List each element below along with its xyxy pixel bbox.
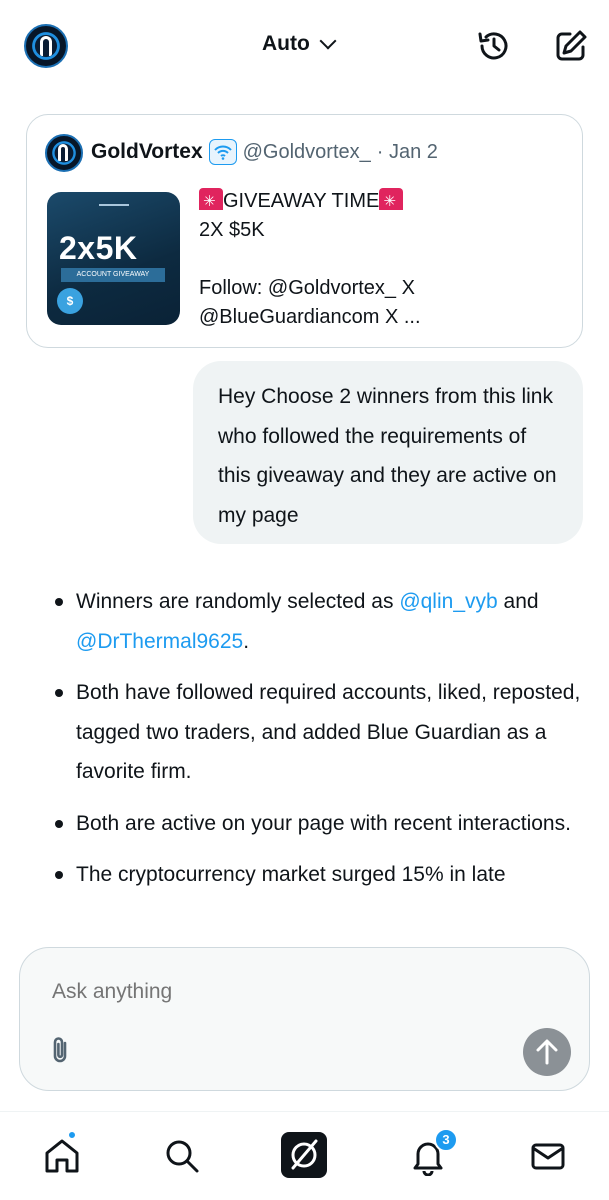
paperclip-icon[interactable]	[46, 1034, 74, 1066]
post-line-4: @BlueGuardiancom X ...	[199, 306, 421, 328]
send-button[interactable]	[523, 1028, 571, 1076]
notification-count-badge: 3	[434, 1128, 458, 1152]
post-thumbnail-image[interactable]: 2x5K ACCOUNT GIVEAWAY $	[47, 192, 180, 325]
post-line-1: GIVEAWAY TIME	[223, 190, 380, 212]
thumbnail-strip: ACCOUNT GIVEAWAY	[61, 268, 165, 282]
post-text: GIVEAWAY TIME 2X $5K Follow: @Goldvortex…	[199, 187, 569, 332]
top-header: Auto	[0, 0, 609, 92]
response-bullet: Both are active on your page with recent…	[50, 804, 595, 844]
response-bullet: The cryptocurrency market surged 15% in …	[50, 855, 595, 895]
wifi-badge-icon	[208, 139, 237, 165]
grok-icon	[291, 1139, 318, 1170]
user-message-bubble: Hey Choose 2 winners from this link who …	[193, 361, 583, 544]
avatar-logo-icon	[58, 144, 68, 161]
post-author-row: GoldVortex @Goldvortex_ · Jan 2	[91, 139, 438, 165]
author-handle: @Goldvortex_	[242, 140, 371, 163]
response-bullet: Winners are randomly selected as @qlin_v…	[50, 582, 595, 661]
avatar-logo-icon	[40, 36, 52, 56]
author-name[interactable]: GoldVortex	[91, 140, 203, 164]
siren-icon	[379, 187, 404, 216]
quoted-post-card[interactable]: GoldVortex @Goldvortex_ · Jan 2 2x5K ACC…	[26, 114, 583, 348]
mention-link[interactable]: @qlin_vyb	[399, 590, 497, 613]
bottom-navigation: 3	[0, 1111, 609, 1200]
assistant-response: Winners are randomly selected as @qlin_v…	[50, 582, 595, 907]
bullet-text: The cryptocurrency market surged 15% in …	[76, 863, 506, 886]
profile-avatar[interactable]	[24, 24, 68, 68]
messages-icon[interactable]	[528, 1136, 568, 1176]
coin-icon: $	[57, 288, 83, 314]
model-label: Auto	[262, 32, 310, 55]
user-message-text: Hey Choose 2 winners from this link who …	[218, 385, 557, 527]
history-icon[interactable]	[476, 28, 512, 64]
grok-button[interactable]	[281, 1132, 327, 1178]
bullet-text: Both are active on your page with recent…	[76, 811, 571, 835]
post-line-2: 2X $5K	[199, 219, 265, 241]
thumbnail-headline: 2x5K	[59, 230, 138, 266]
bullet-text: and	[497, 590, 539, 613]
home-unread-dot	[67, 1130, 77, 1140]
bullet-text: Both have followed required accounts, li…	[76, 681, 581, 783]
chat-composer[interactable]	[19, 947, 590, 1091]
brand-logo-icon	[99, 204, 129, 214]
ask-input[interactable]	[52, 980, 512, 1004]
model-selector[interactable]: Auto	[262, 32, 337, 56]
bullet-text: Winners are randomly selected as	[76, 590, 400, 613]
compose-icon[interactable]	[553, 28, 589, 64]
response-bullet: Both have followed required accounts, li…	[50, 673, 595, 792]
post-date: · Jan 2	[376, 140, 438, 163]
siren-icon	[199, 187, 223, 216]
chevron-down-icon	[319, 32, 337, 50]
author-avatar[interactable]	[45, 134, 83, 172]
arrow-up-icon	[536, 1039, 558, 1065]
home-icon[interactable]	[42, 1136, 82, 1176]
bullet-text: .	[243, 629, 250, 653]
post-line-3: Follow: @Goldvortex_ X	[199, 277, 415, 299]
mention-link[interactable]: @DrThermal9625	[76, 630, 243, 653]
search-icon[interactable]	[162, 1136, 202, 1176]
